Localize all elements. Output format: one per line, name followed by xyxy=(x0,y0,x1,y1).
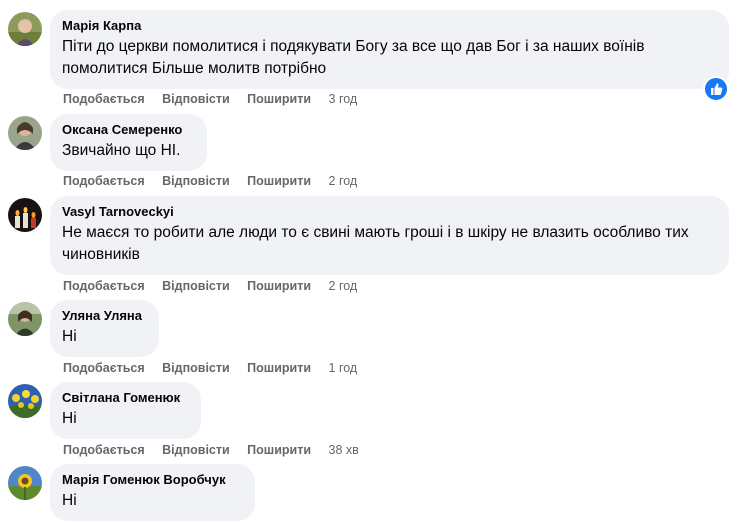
comment-actions: Подобається Відповісти Поширити 1 год xyxy=(63,361,371,375)
share-button[interactable]: Поширити xyxy=(247,279,311,293)
like-button[interactable]: Подобається xyxy=(63,361,145,375)
avatar-photo-icon xyxy=(8,12,42,46)
avatar[interactable] xyxy=(8,384,42,418)
comment-timestamp[interactable]: 2 год xyxy=(329,279,358,293)
like-button[interactable]: Подобається xyxy=(63,279,145,293)
reply-button[interactable]: Відповісти xyxy=(162,174,230,188)
avatar-candles-icon xyxy=(8,198,42,232)
comment-text: Ні xyxy=(62,328,77,345)
share-button[interactable]: Поширити xyxy=(247,443,311,457)
avatar[interactable] xyxy=(8,302,42,336)
avatar-flowers-icon xyxy=(8,384,42,418)
reply-button[interactable]: Відповісти xyxy=(162,279,230,293)
comment-author[interactable]: Світлана Гоменюк xyxy=(62,390,189,406)
like-icon xyxy=(711,83,723,95)
share-button[interactable]: Поширити xyxy=(247,92,311,106)
avatar[interactable] xyxy=(8,12,42,46)
reply-button[interactable]: Відповісти xyxy=(162,92,230,106)
comment-timestamp[interactable]: 2 год xyxy=(329,174,358,188)
reply-button[interactable]: Відповісти xyxy=(162,361,230,375)
comment-text: Ні xyxy=(62,492,77,509)
comment-author[interactable]: Марія Гоменюк Воробчук xyxy=(62,472,243,488)
comment-author[interactable]: Марія Карпа xyxy=(62,18,717,34)
like-reaction-badge[interactable] xyxy=(703,76,729,102)
avatar-sunflower-icon xyxy=(8,466,42,500)
comment-bubble: Уляна Уляна Ні xyxy=(50,300,159,357)
avatar-photo-icon xyxy=(8,302,42,336)
like-button[interactable]: Подобається xyxy=(63,443,145,457)
comment-text: Піти до церкви помолитися і подякувати Б… xyxy=(62,38,645,77)
comment-timestamp[interactable]: 1 год xyxy=(329,361,358,375)
comment-bubble: Vasyl Tarnoveckyi Не маєся то робити але… xyxy=(50,196,729,275)
comment-text: Ні xyxy=(62,410,77,427)
share-button[interactable]: Поширити xyxy=(247,174,311,188)
avatar[interactable] xyxy=(8,116,42,150)
comment-bubble: Марія Гоменюк Воробчук Ні xyxy=(50,464,255,521)
avatar-photo-icon xyxy=(8,116,42,150)
comment-text: Звичайно що НІ. xyxy=(62,142,181,159)
comment-timestamp[interactable]: 38 хв xyxy=(329,443,359,457)
comment-timestamp[interactable]: 3 год xyxy=(329,92,358,106)
comment-actions: Подобається Відповісти Поширити 38 хв xyxy=(63,443,373,457)
comment-author[interactable]: Vasyl Tarnoveckyi xyxy=(62,204,717,220)
share-button[interactable]: Поширити xyxy=(247,361,311,375)
comment-actions: Подобається Відповісти Поширити 2 год xyxy=(63,174,371,188)
comment-actions: Подобається Відповісти Поширити 3 год xyxy=(63,92,371,106)
avatar[interactable] xyxy=(8,466,42,500)
comment-actions: Подобається Відповісти Поширити 2 год xyxy=(63,279,371,293)
comment-bubble: Оксана Семеренко Звичайно що НІ. xyxy=(50,114,207,171)
comment-author[interactable]: Оксана Семеренко xyxy=(62,122,195,138)
like-button[interactable]: Подобається xyxy=(63,92,145,106)
like-button[interactable]: Подобається xyxy=(63,174,145,188)
avatar[interactable] xyxy=(8,198,42,232)
reply-button[interactable]: Відповісти xyxy=(162,443,230,457)
comment-bubble: Марія Карпа Піти до церкви помолитися і … xyxy=(50,10,729,89)
comment-author[interactable]: Уляна Уляна xyxy=(62,308,147,324)
comment-text: Не маєся то робити але люди то є свині м… xyxy=(62,224,689,263)
comment-bubble: Світлана Гоменюк Ні xyxy=(50,382,201,439)
